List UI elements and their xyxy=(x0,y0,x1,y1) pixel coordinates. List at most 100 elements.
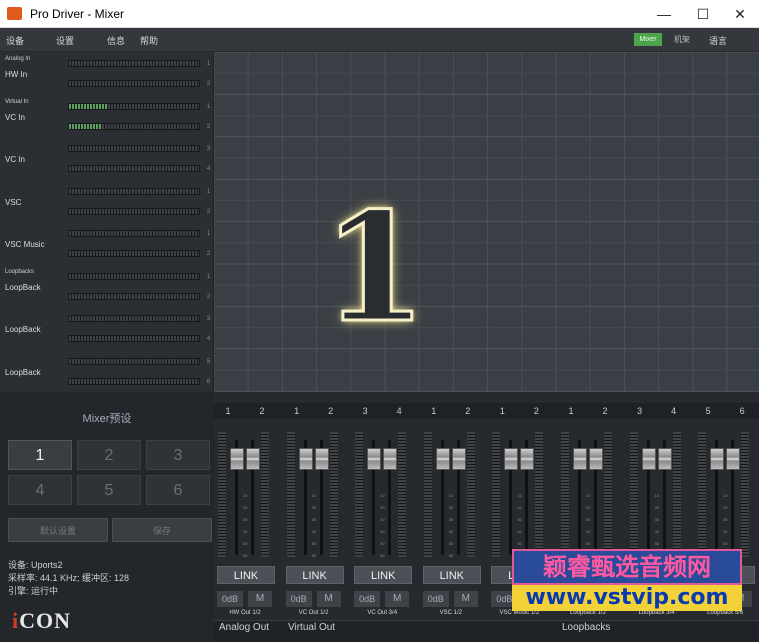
fader-tick: 40 xyxy=(448,529,454,534)
preset-button-6[interactable]: 6 xyxy=(146,475,210,505)
fader-knob[interactable] xyxy=(246,448,260,470)
routing-matrix[interactable] xyxy=(214,52,759,392)
input-level-meter xyxy=(68,187,200,195)
preset-button-4[interactable]: 4 xyxy=(8,475,72,505)
save-preset-button[interactable]: 保存 xyxy=(112,518,212,542)
close-button[interactable]: ✕ xyxy=(730,4,750,24)
input-channel-label: VC In xyxy=(5,155,26,164)
output-level-meter-right xyxy=(741,432,750,557)
input-channel-label: LoopBack xyxy=(5,282,41,292)
output-level-meter-right xyxy=(398,432,407,557)
input-group-label: Virtual In xyxy=(5,98,29,105)
link-button[interactable]: LINK xyxy=(285,566,344,584)
routing-grid-lines xyxy=(214,52,759,392)
output-level-meter-right xyxy=(604,432,612,557)
input-row-number: 4 xyxy=(206,336,211,342)
menu-bar: 设备 设置 信息 帮助 Mixer 机架 语言 xyxy=(0,28,759,52)
link-button[interactable]: LINK xyxy=(217,566,275,584)
output-channel-number: 4 xyxy=(671,406,677,416)
minimize-button[interactable]: — xyxy=(654,4,674,24)
fader-knob[interactable] xyxy=(383,448,398,470)
output-channel-number: 1 xyxy=(568,406,574,416)
menu-language[interactable]: 语言 xyxy=(709,34,727,47)
engine-status: 引擎: 运行中 xyxy=(8,586,59,596)
fader-knob[interactable] xyxy=(298,448,313,470)
fader-knob[interactable] xyxy=(230,448,244,470)
input-group-label: Analog In xyxy=(5,56,31,62)
fader-tick: 40 xyxy=(723,529,728,534)
preset-number-overlay: 1 xyxy=(321,180,428,356)
gain-button[interactable]: 0dB xyxy=(354,591,381,607)
output-channel-number: 3 xyxy=(637,406,643,416)
device-status: 设备: Uports2 xyxy=(8,560,63,570)
input-row-number: 2 xyxy=(206,251,211,257)
maximize-button[interactable]: ☐ xyxy=(693,4,713,24)
preset-button-5[interactable]: 5 xyxy=(77,475,141,505)
fader-tick: 40 xyxy=(654,529,660,534)
input-row-number: 1 xyxy=(206,103,211,110)
link-button[interactable]: LINK xyxy=(354,566,413,584)
mode-mixer-button[interactable]: Mixer xyxy=(634,33,662,46)
mode-machine-button[interactable]: 机架 xyxy=(670,33,694,46)
mute-button[interactable]: M xyxy=(453,591,478,607)
gain-button[interactable]: 0dB xyxy=(422,591,449,607)
fader-knob[interactable] xyxy=(435,448,450,470)
fader-tick: 60 xyxy=(448,553,454,558)
fader-knob[interactable] xyxy=(451,448,466,470)
fader-knob[interactable] xyxy=(367,448,382,470)
input-level-meter xyxy=(68,377,200,385)
output-level-meter-left xyxy=(561,432,569,557)
fader-tick: 40 xyxy=(517,529,522,534)
fader-tick: 50 xyxy=(243,541,248,546)
output-level-meter-left xyxy=(218,432,226,557)
mute-button[interactable]: M xyxy=(385,591,410,607)
fader-knob[interactable] xyxy=(314,448,329,470)
input-level-meter xyxy=(68,315,200,322)
preset-button-3[interactable]: 3 xyxy=(146,440,210,470)
link-button[interactable]: LINK xyxy=(422,566,481,584)
menu-info[interactable]: 信息 xyxy=(107,34,125,47)
fader-knob[interactable] xyxy=(726,448,741,470)
fader-scale: 10 20 30 40 50 60 xyxy=(380,490,384,562)
fader-knob[interactable] xyxy=(641,448,656,470)
gain-button[interactable]: 0dB xyxy=(285,591,312,607)
fader-knob[interactable] xyxy=(710,448,725,470)
gain-button[interactable]: 0dB xyxy=(217,591,243,607)
preset-button-2[interactable]: 2 xyxy=(77,440,141,470)
input-row-number: 2 xyxy=(206,208,211,215)
fader-knob[interactable] xyxy=(504,448,519,470)
fader-tick: 10 xyxy=(517,493,522,498)
fader-knob[interactable] xyxy=(573,448,587,470)
section-virtual-out: Virtual Out xyxy=(288,622,336,633)
output-level-meter-right xyxy=(672,432,681,557)
fader-tick: 40 xyxy=(311,529,317,534)
fader-tick: 10 xyxy=(311,493,317,498)
output-level-meter-left xyxy=(629,432,638,557)
menu-help[interactable]: 帮助 xyxy=(140,34,158,47)
input-level-meter xyxy=(68,80,200,87)
mute-button[interactable]: M xyxy=(248,591,272,607)
reset-button[interactable]: 默认设置 xyxy=(8,518,108,542)
input-level-meter xyxy=(68,207,200,215)
input-level-meter xyxy=(68,60,200,67)
fader-knob[interactable] xyxy=(520,448,535,470)
fader-tick: 20 xyxy=(654,505,660,510)
fader-knob[interactable] xyxy=(589,448,603,470)
menu-device[interactable]: 设备 xyxy=(6,34,24,47)
app-icon xyxy=(7,7,22,20)
fader-tick: 50 xyxy=(448,541,454,546)
fader-tick: 30 xyxy=(311,517,317,522)
fader-scale: 10 20 30 40 50 60 xyxy=(449,490,453,562)
fader-tick: 30 xyxy=(448,517,454,522)
mute-button[interactable]: M xyxy=(316,591,341,607)
output-level-meter-right xyxy=(466,432,475,557)
input-row-number: 2 xyxy=(206,123,211,130)
fader-knob[interactable] xyxy=(657,448,672,470)
input-level-meter xyxy=(68,292,200,300)
fader-tick: 50 xyxy=(311,541,317,546)
preset-button-1[interactable]: 1 xyxy=(8,440,72,470)
menu-settings[interactable]: 设置 xyxy=(56,34,74,47)
fader-tick: 40 xyxy=(586,529,591,534)
input-row-number: 1 xyxy=(206,188,211,195)
fader-tick: 30 xyxy=(243,517,248,522)
